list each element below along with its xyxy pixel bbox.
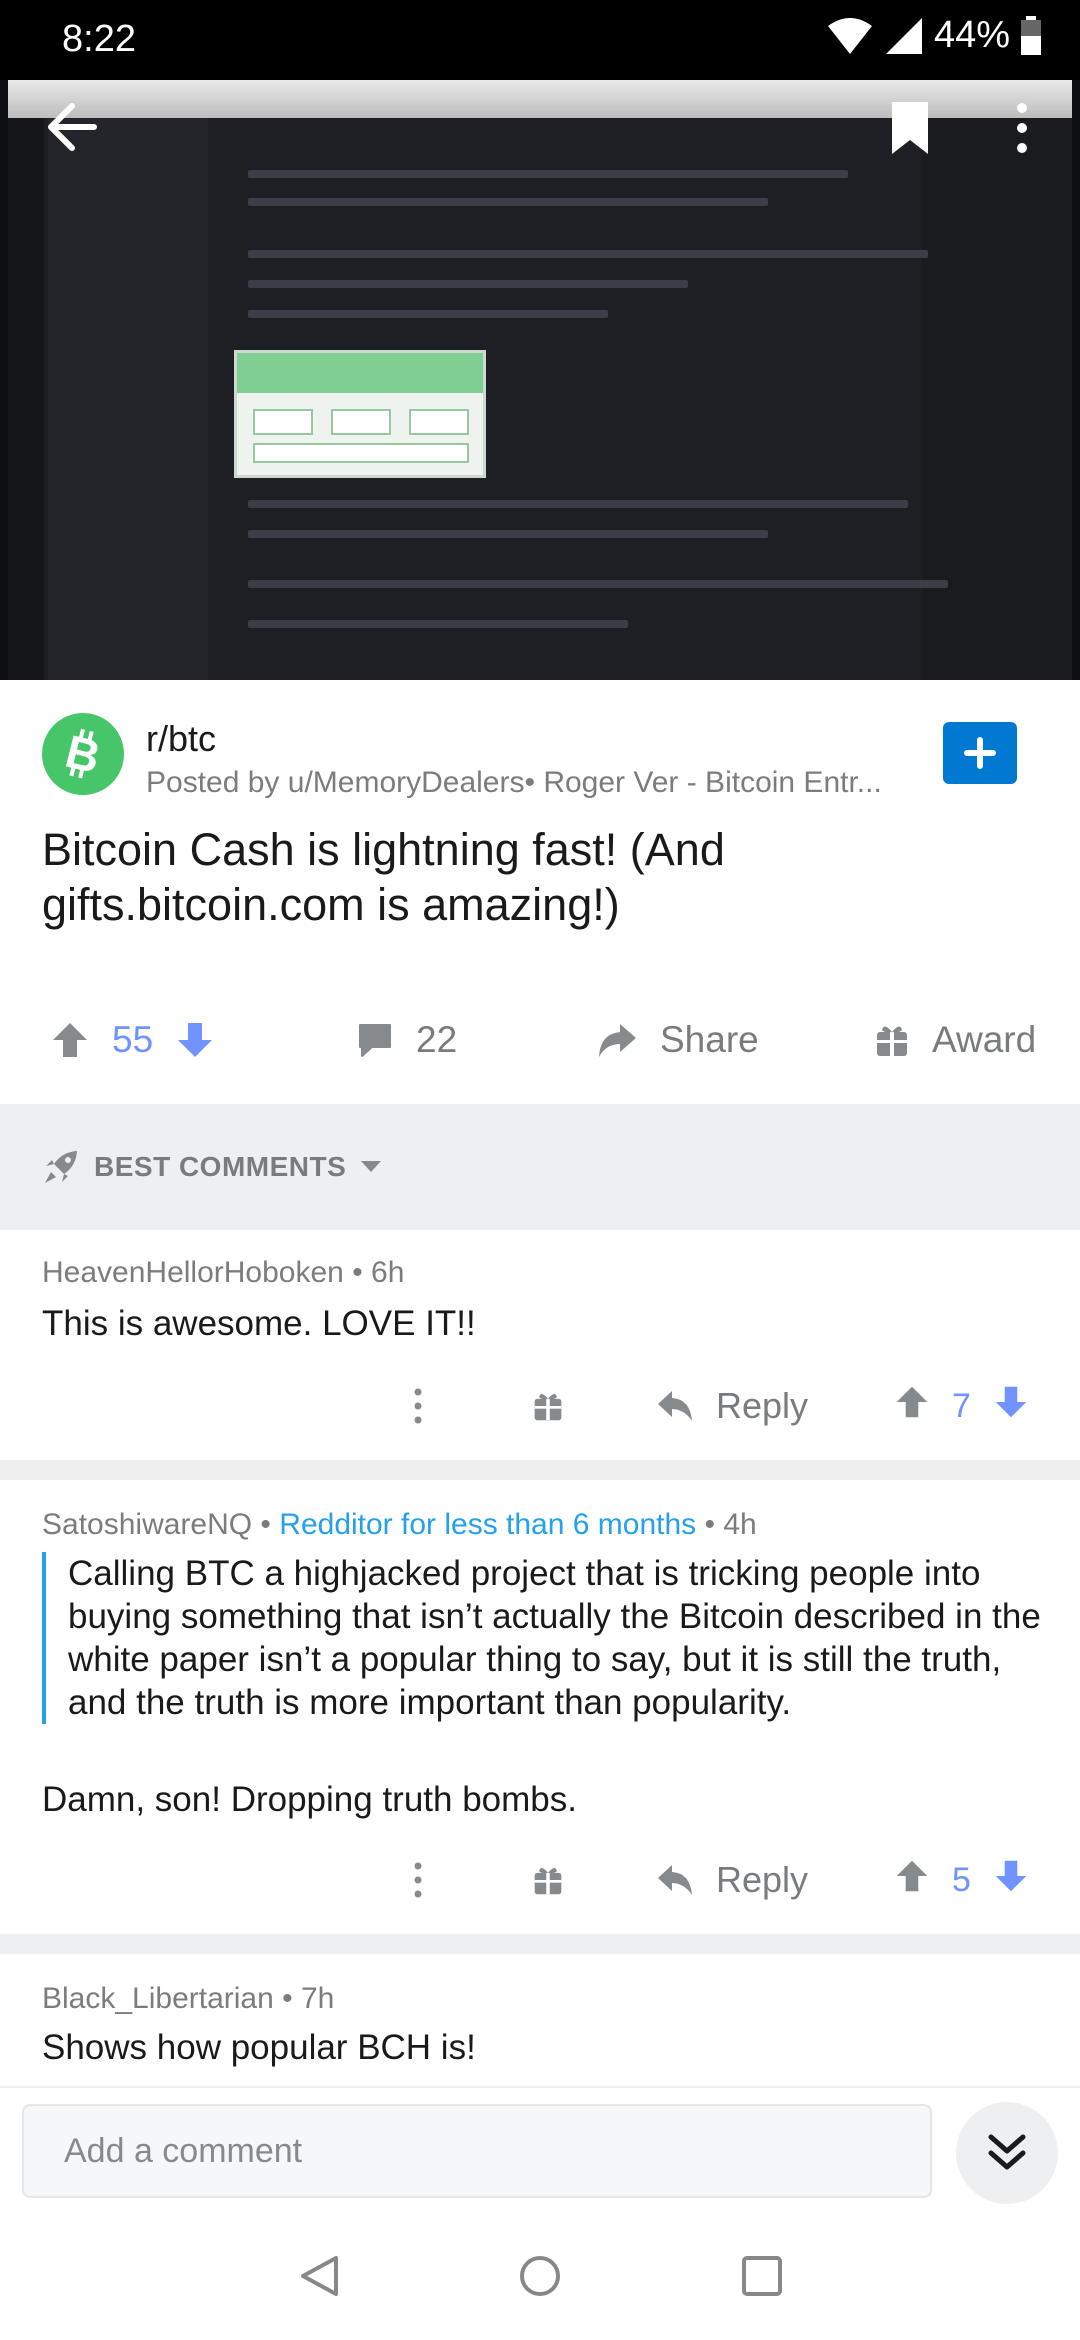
save-button[interactable] [888, 100, 932, 161]
comment-score: 7 [952, 1386, 971, 1425]
speech-bubble-icon [359, 1024, 391, 1057]
plus-icon [964, 737, 996, 769]
comment-downvote-button[interactable] [993, 1384, 1029, 1429]
arrow-down-icon [995, 1386, 1027, 1417]
reply-label: Reply [716, 1859, 809, 1900]
kebab-icon [414, 1388, 422, 1424]
arrow-down-icon [178, 1023, 213, 1057]
gift-icon [534, 1867, 562, 1895]
comment-downvote-button[interactable] [993, 1858, 1029, 1903]
comment-author[interactable]: HeavenHellorHoboken [42, 1256, 344, 1289]
comment-meta: SatoshiwareNQ • Redditor for less than 6… [42, 1508, 757, 1541]
nav-recents-button[interactable] [740, 2254, 784, 2303]
share-arrow-icon [599, 1024, 636, 1057]
post-title: Bitcoin Cash is lightning fast! (And gif… [42, 824, 725, 930]
comment-divider [0, 1934, 1080, 1954]
status-time: 8:22 [62, 18, 136, 60]
add-comment-input[interactable]: Add a comment [22, 2104, 932, 2198]
next-comment-button[interactable] [956, 2102, 1058, 2204]
nav-back-button[interactable] [298, 2254, 340, 2303]
post-vote-group: 55 [50, 1010, 215, 1070]
more-options-button[interactable] [1012, 102, 1032, 159]
comment-more-button[interactable] [412, 1376, 424, 1436]
comment-meta: HeavenHellorHoboken • 6h [42, 1256, 404, 1290]
share-label: Share [660, 1019, 759, 1060]
comment: HeavenHellorHoboken • 6h This is awesome… [0, 1230, 1080, 1460]
post-meta[interactable]: Posted by u/MemoryDealers• Roger Ver - B… [146, 766, 882, 800]
arrow-up-icon [896, 1386, 928, 1417]
subreddit-name[interactable]: r/btc [146, 718, 216, 760]
upvote-button[interactable] [50, 1020, 90, 1060]
comment-composer: Add a comment [0, 2086, 1080, 2212]
reply-arrow-icon [658, 1391, 692, 1421]
system-nav-bar [0, 2212, 1080, 2340]
comment-body: Shows how popular BCH is! [42, 2028, 476, 2067]
share-button[interactable]: Share [596, 1010, 759, 1070]
triangle-back-icon [301, 2256, 338, 2296]
comment-reply-button[interactable]: Reply [656, 1376, 808, 1436]
comment-sort-button[interactable]: BEST COMMENTS [42, 1148, 382, 1186]
arrow-up-icon [53, 1023, 87, 1057]
post-score: 55 [112, 1019, 154, 1060]
arrow-left-icon [48, 103, 97, 151]
back-button[interactable] [46, 102, 98, 157]
comment-vote-group: 5 [894, 1850, 1029, 1910]
comment-body: This is awesome. LOVE IT!! [42, 1304, 476, 1343]
arrow-up-icon [896, 1860, 928, 1891]
arrow-down-icon [995, 1860, 1027, 1891]
comment: SatoshiwareNQ • Redditor for less than 6… [0, 1480, 1080, 1934]
rocket-icon [45, 1151, 77, 1183]
comment-divider [0, 1460, 1080, 1480]
post-image[interactable] [0, 80, 1080, 680]
gift-icon [534, 1393, 562, 1421]
reply-arrow-icon [658, 1865, 692, 1895]
comment-reply-button[interactable]: Reply [656, 1850, 808, 1910]
comment-body: Damn, son! Dropping truth bombs. [42, 1780, 577, 1819]
square-recents-icon [742, 2256, 782, 2296]
award-button[interactable]: Award [874, 1010, 1036, 1070]
comments-count: 22 [416, 1019, 458, 1060]
screenshot-thumbnail [8, 80, 1072, 680]
join-subreddit-button[interactable] [943, 722, 1017, 784]
comment: Black_Libertarian • 7h Shows how popular… [0, 1954, 1080, 2086]
kebab-icon [1017, 103, 1027, 153]
comment-quote: Calling BTC a highjacked project that is… [42, 1552, 1042, 1724]
sort-label: BEST COMMENTS [94, 1151, 347, 1182]
downvote-button[interactable] [175, 1020, 215, 1060]
comment-more-button[interactable] [412, 1850, 424, 1910]
status-bar: 8:22 44% [0, 0, 1080, 80]
comment-meta: Black_Libertarian • 7h [42, 1982, 334, 2016]
circle-home-icon [520, 2256, 560, 2296]
gift-icon [877, 1026, 907, 1056]
comment-author[interactable]: Black_Libertarian [42, 1982, 274, 2015]
award-label: Award [932, 1019, 1037, 1060]
comments-button[interactable]: 22 [356, 1010, 457, 1070]
comment-time: • 6h [343, 1256, 405, 1289]
nav-home-button[interactable] [518, 2254, 562, 2303]
comment-award-button[interactable] [532, 1850, 564, 1910]
reply-label: Reply [716, 1385, 809, 1426]
comment-author[interactable]: SatoshiwareNQ [42, 1508, 252, 1541]
comment-vote-group: 7 [894, 1376, 1029, 1436]
comment-award-button[interactable] [532, 1376, 564, 1436]
comment-upvote-button[interactable] [894, 1858, 930, 1903]
comment-sort-bar: BEST COMMENTS [0, 1104, 1080, 1230]
comment-time: • 7h [273, 1982, 335, 2015]
battery-percent: 44% [933, 14, 1010, 56]
battery-icon [1021, 15, 1041, 55]
cell-signal-icon [885, 17, 922, 54]
user-flair: Redditor for less than 6 months [279, 1508, 697, 1541]
wifi-icon [827, 17, 872, 54]
double-chevron-down-icon [988, 2134, 1026, 2170]
caret-down-icon [361, 1161, 382, 1172]
bitcoin-logo-icon: B [61, 725, 106, 783]
subreddit-avatar[interactable]: B [42, 713, 124, 795]
comment-upvote-button[interactable] [894, 1384, 930, 1429]
status-indicators: 44% [826, 14, 1042, 57]
comment-time: • 4h [696, 1508, 757, 1541]
kebab-icon [414, 1862, 422, 1898]
bookmark-icon [892, 102, 928, 154]
comment-score: 5 [952, 1860, 971, 1899]
